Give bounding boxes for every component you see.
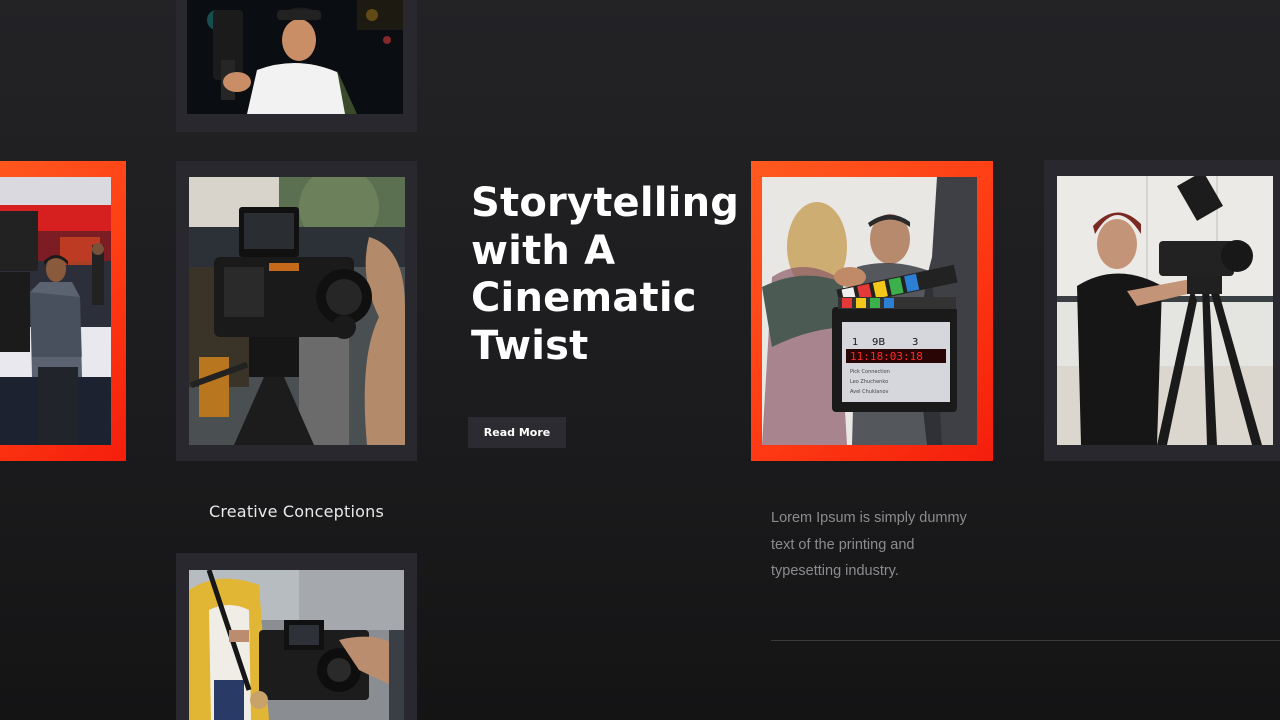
photo-videographer-with-gimbal <box>187 0 403 114</box>
clapper-row: Leo Zhuchenko <box>850 379 888 385</box>
hero-title: Storytelling with A Cinematic Twist <box>471 180 740 370</box>
photo-cinema-camera-on-tripod <box>189 177 405 445</box>
photo-tv-studio-camera-operator <box>0 177 111 445</box>
clapper-roll: 3 <box>912 337 918 348</box>
hero-title-line: Storytelling <box>471 180 740 226</box>
gallery-caption: Creative Conceptions <box>208 502 385 521</box>
clapper-row: Avel Chuklanov <box>850 389 889 395</box>
photo-hands-adjusting-camera-rig <box>189 570 404 720</box>
hero-title-line: Cinematic <box>471 275 697 321</box>
clapper-timecode: 11:18:03:18 <box>850 350 923 363</box>
photo-cameraman-with-tripod-camera <box>1057 176 1273 445</box>
description-line: typesetting industry. <box>771 563 899 579</box>
photo-film-clapperboard: 1 9B 3 11:18:03:18 Pick Connection Leo Z… <box>762 177 977 445</box>
clapper-take: 9B <box>872 337 885 348</box>
clapper-scene: 1 <box>852 337 858 348</box>
divider-line <box>771 640 1280 641</box>
description-text: Lorem Ipsum is simply dummy text of the … <box>771 505 986 585</box>
clapper-row: Pick Connection <box>850 369 890 375</box>
hero-title-line: Twist <box>471 322 589 369</box>
description-line: text of the printing and <box>771 536 915 553</box>
description-line: Lorem Ipsum is simply dummy <box>771 510 967 526</box>
hero-title-line: with A <box>471 227 616 274</box>
read-more-button[interactable]: Read More <box>468 417 566 448</box>
